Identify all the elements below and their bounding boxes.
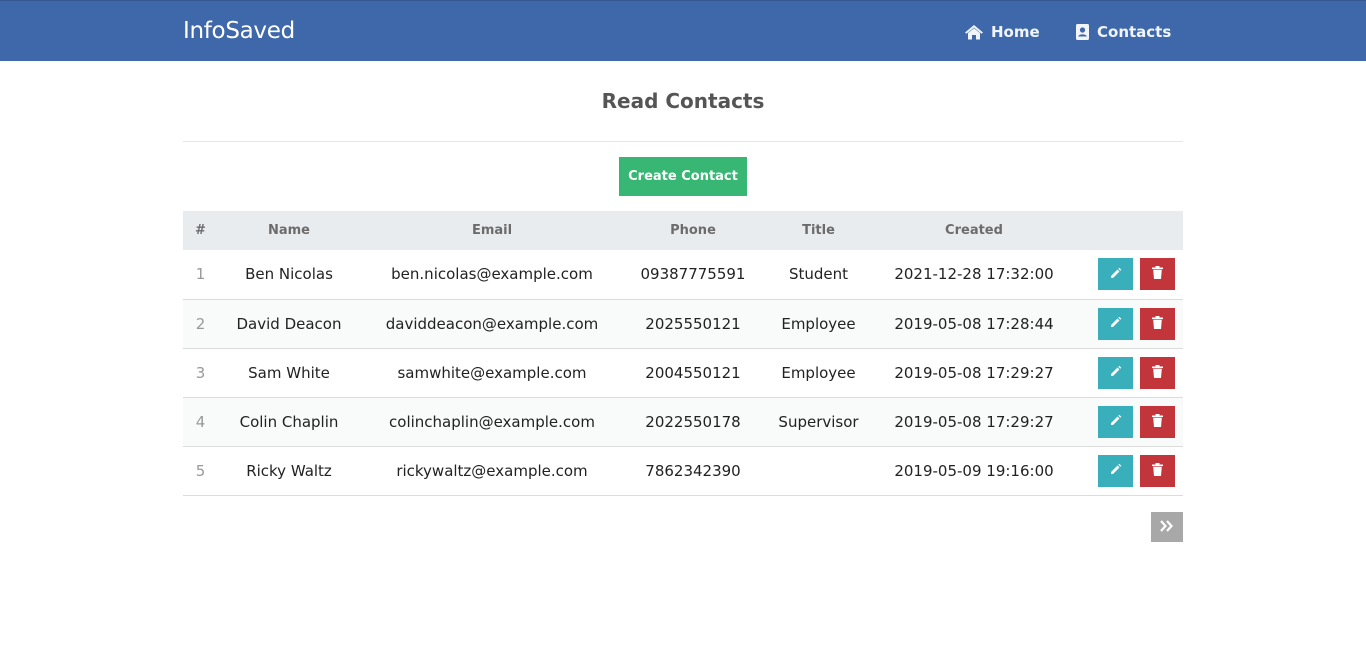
table-header-row: # Name Email Phone Title Created (183, 211, 1183, 250)
column-header-phone: Phone (670, 223, 716, 238)
row-email: samwhite@example.com (397, 363, 587, 382)
row-phone: 2022550178 (645, 412, 741, 431)
row-phone: 2004550121 (645, 363, 741, 382)
edit-button[interactable] (1098, 356, 1133, 389)
nav-contacts-link[interactable]: Contacts (1075, 23, 1171, 41)
row-name: Ricky Waltz (246, 461, 332, 480)
column-header-title: Title (802, 223, 835, 238)
row-name: Colin Chaplin (239, 412, 339, 431)
nav-home-label: Home (991, 23, 1040, 41)
row-email: colinchaplin@example.com (389, 412, 595, 431)
delete-button[interactable] (1140, 405, 1175, 438)
row-email: daviddeacon@example.com (385, 314, 599, 333)
row-id: 5 (195, 461, 206, 480)
page-title: Read Contacts (601, 89, 765, 113)
edit-button[interactable] (1098, 258, 1133, 291)
row-title: Employee (781, 363, 856, 382)
trash-icon (1152, 462, 1163, 479)
row-phone: 7862342390 (645, 461, 741, 480)
pencil-icon (1110, 267, 1122, 282)
trash-icon (1152, 315, 1163, 332)
column-header-email: Email (471, 223, 513, 238)
row-id: 3 (195, 363, 206, 382)
row-phone: 2025550121 (645, 314, 741, 333)
brand-logo[interactable]: InfoSaved (183, 18, 295, 44)
trash-icon (1152, 266, 1163, 282)
row-created: 2019-05-08 17:29:27 (894, 363, 1054, 382)
delete-button[interactable] (1140, 258, 1175, 291)
delete-button[interactable] (1140, 356, 1175, 389)
row-email: rickywaltz@example.com (396, 461, 588, 480)
row-actions (1073, 250, 1183, 299)
delete-button[interactable] (1140, 454, 1175, 487)
navbar: InfoSaved Home Contacts (0, 0, 1366, 61)
home-icon (964, 24, 984, 40)
next-page-button[interactable] (1151, 512, 1183, 542)
nav-contacts-label: Contacts (1097, 23, 1172, 41)
delete-button[interactable] (1140, 307, 1175, 340)
row-created: 2019-05-08 17:28:44 (894, 314, 1054, 333)
row-actions (1073, 446, 1183, 495)
row-title: Supervisor (778, 412, 859, 431)
title-divider (183, 141, 1183, 142)
address-book-icon (1075, 24, 1090, 40)
row-id: 2 (195, 314, 206, 333)
edit-button[interactable] (1098, 405, 1133, 438)
row-title: Student (788, 265, 849, 284)
edit-button[interactable] (1098, 307, 1133, 340)
edit-button[interactable] (1098, 454, 1133, 487)
table-row: 3 Sam White samwhite@example.com 2004550… (183, 348, 1183, 397)
pencil-icon (1110, 316, 1122, 331)
pencil-icon (1110, 365, 1122, 380)
row-actions (1073, 397, 1183, 446)
column-header-name: Name (267, 223, 310, 238)
row-email: ben.nicolas@example.com (391, 265, 593, 284)
table-row: 2 David Deacon daviddeacon@example.com 2… (183, 299, 1183, 348)
trash-icon (1152, 364, 1163, 381)
row-created: 2019-05-08 17:29:27 (894, 412, 1054, 431)
row-created: 2019-05-09 19:16:00 (894, 461, 1054, 480)
double-chevron-right-icon (1160, 519, 1174, 535)
pencil-icon (1110, 414, 1122, 429)
column-header-created: Created (945, 223, 1003, 238)
row-name: Sam White (248, 363, 330, 382)
row-name: Ben Nicolas (245, 265, 333, 284)
row-name: David Deacon (236, 314, 342, 333)
column-header-actions (1073, 211, 1183, 250)
row-phone: 09387775591 (640, 265, 746, 284)
row-title: Employee (781, 314, 856, 333)
row-id: 4 (195, 412, 206, 431)
table-row: 5 Ricky Waltz rickywaltz@example.com 786… (183, 446, 1183, 495)
row-created: 2021-12-28 17:32:00 (894, 265, 1054, 284)
contacts-table: # Name Email Phone Title Created 1 Ben N… (183, 211, 1183, 496)
create-contact-button[interactable]: Create Contact (619, 157, 747, 196)
table-row: 4 Colin Chaplin colinchaplin@example.com… (183, 397, 1183, 446)
row-id: 1 (195, 265, 206, 284)
nav-home-link[interactable]: Home (964, 23, 1040, 41)
row-actions (1073, 299, 1183, 348)
pencil-icon (1110, 463, 1122, 478)
table-row: 1 Ben Nicolas ben.nicolas@example.com 09… (183, 250, 1183, 299)
row-actions (1073, 348, 1183, 397)
trash-icon (1152, 413, 1163, 430)
column-header-id: # (195, 223, 206, 238)
row-title (762, 446, 875, 495)
